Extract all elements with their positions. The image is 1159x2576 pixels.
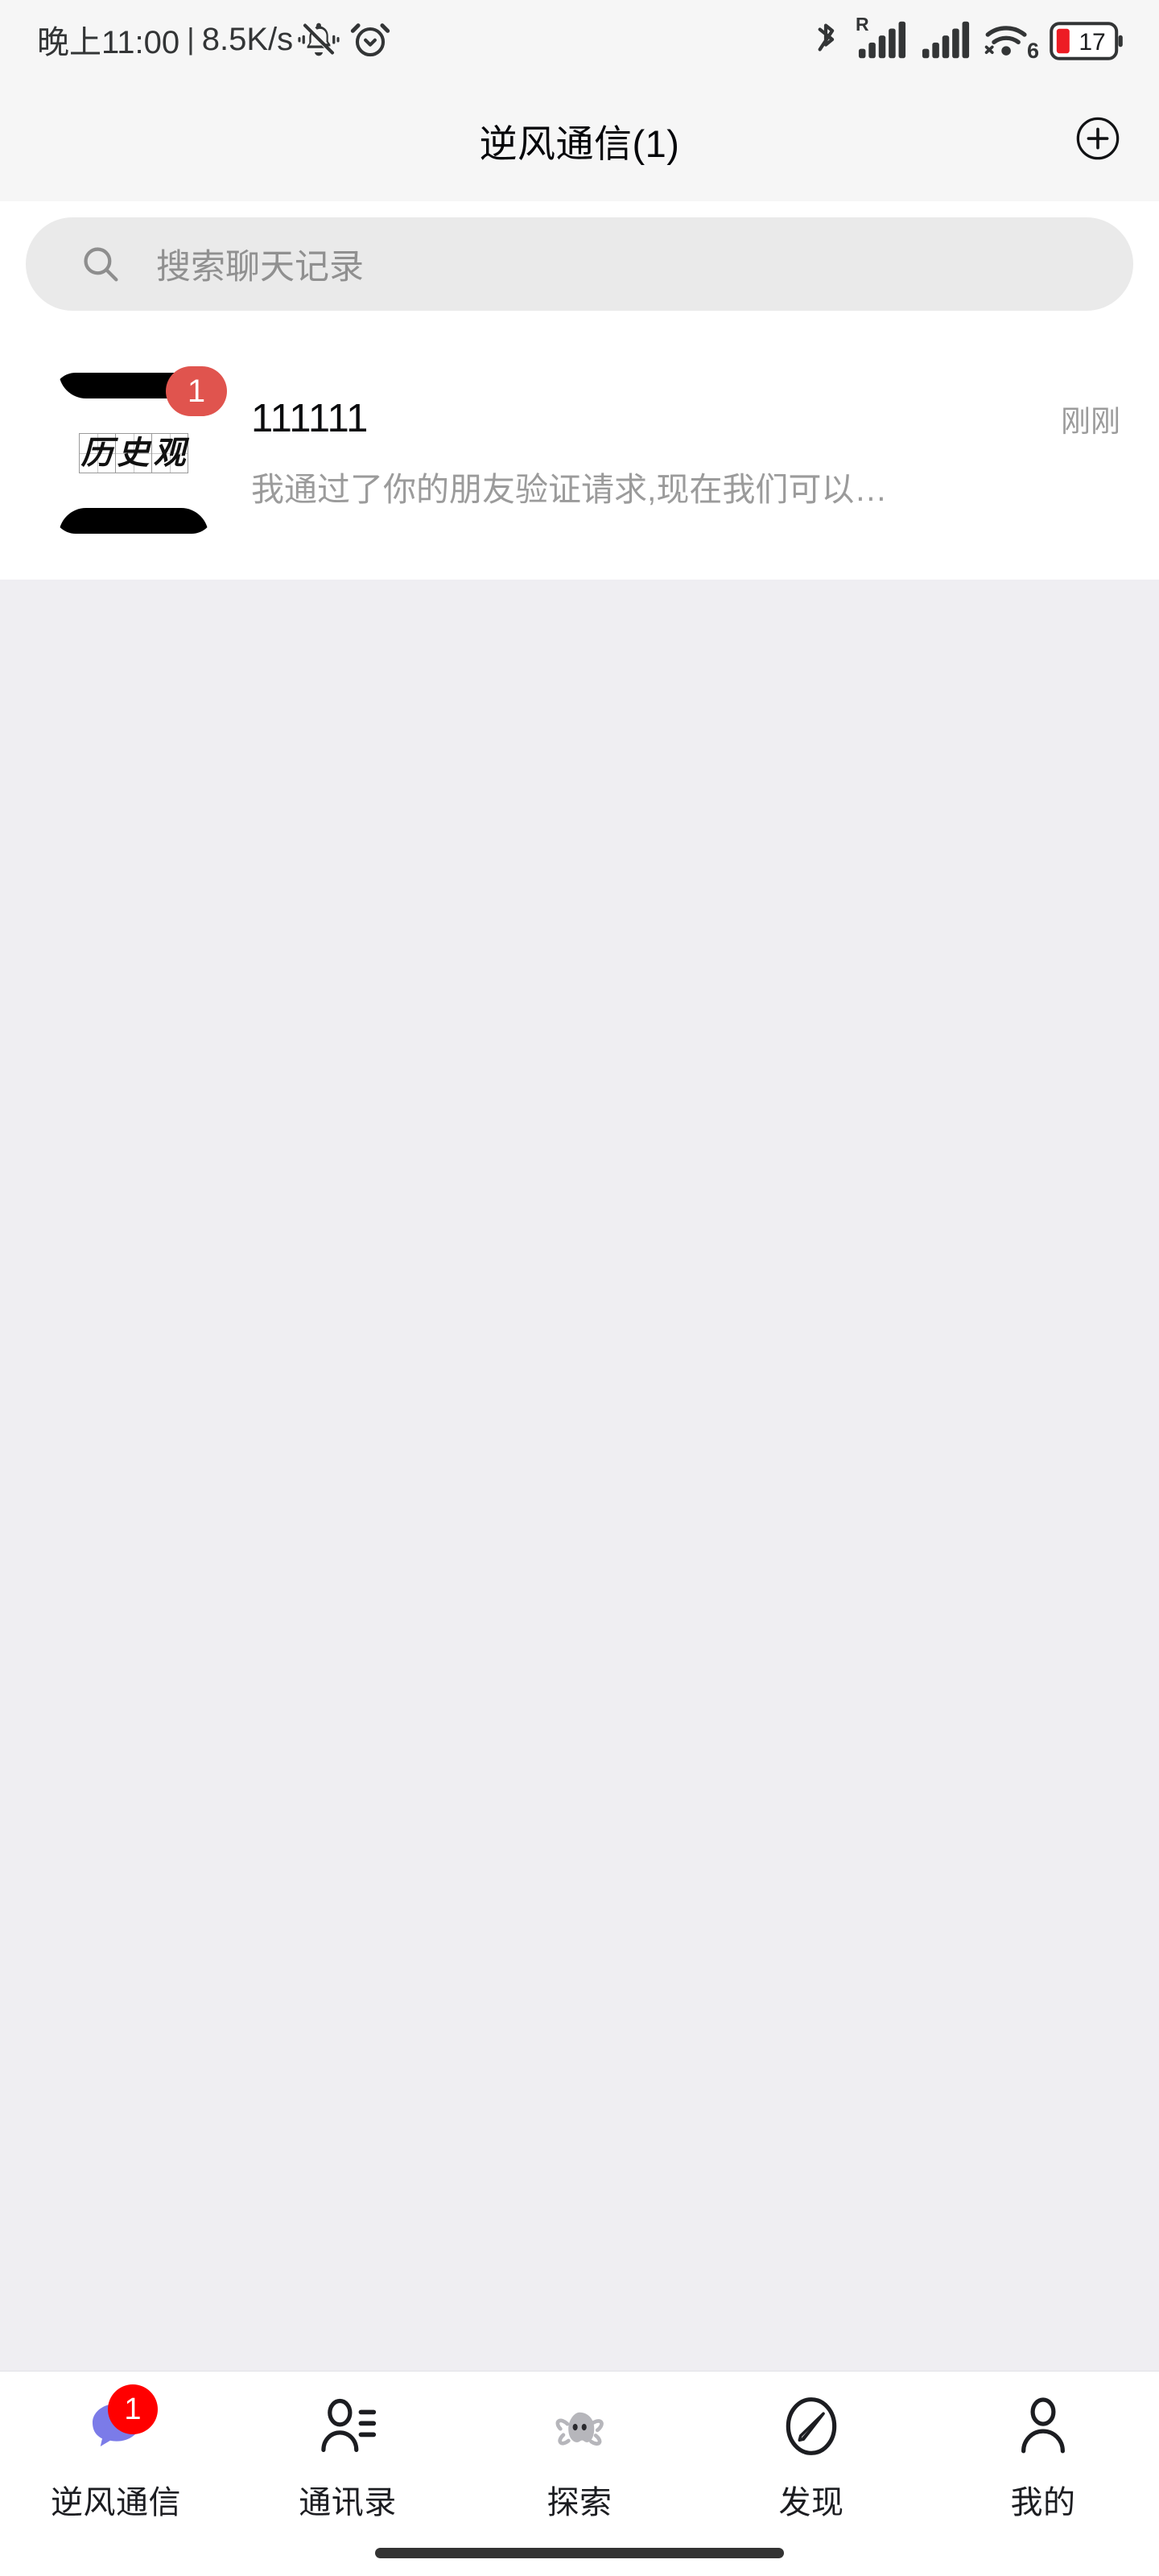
chat-preview: 我通过了你的朋友验证请求,现在我们可以… bbox=[251, 471, 888, 508]
tab-unread-badge: 1 bbox=[108, 2384, 158, 2434]
tab-label-contacts: 通讯录 bbox=[299, 2485, 397, 2520]
avatar-char-cell: 历 bbox=[78, 433, 116, 473]
home-indicator[interactable] bbox=[375, 2548, 784, 2558]
tab-discover[interactable]: 发现 bbox=[695, 2389, 927, 2523]
bell-mute-icon bbox=[298, 19, 340, 60]
alarm-clock-icon bbox=[349, 19, 391, 60]
add-button[interactable] bbox=[1074, 116, 1122, 164]
tab-label-discover: 发现 bbox=[778, 2485, 844, 2520]
chat-name: 111111 bbox=[251, 397, 369, 440]
app-header: 逆风通信(1) bbox=[0, 79, 1159, 201]
contacts-icon bbox=[311, 2389, 385, 2463]
avatar-wrapper[interactable]: 历 史 观 1 bbox=[53, 366, 227, 534]
chat-list-item[interactable]: 历 史 观 1 111111 刚刚 我通过了你的朋友验证请求,现在我们可以… bbox=[0, 327, 1159, 580]
chat-item-content: 111111 刚刚 我通过了你的朋友验证请求,现在我们可以… bbox=[251, 396, 1120, 510]
bottom-tab-bar: 1 逆风通信 通讯录 探索 发现 我的 bbox=[0, 2371, 1159, 2576]
chat-list: 历 史 观 1 111111 刚刚 我通过了你的朋友验证请求,现在我们可以… bbox=[0, 327, 1159, 580]
status-bar-right: R 6 17 bbox=[808, 15, 1124, 63]
tab-label-chats: 逆风通信 bbox=[51, 2485, 181, 2520]
tab-profile[interactable]: 我的 bbox=[927, 2389, 1159, 2523]
sim1-signal-icon: R bbox=[856, 15, 907, 60]
status-bar: 晚上11:00 | 8.5K/s R 6 17 bbox=[0, 0, 1159, 79]
avatar-char-2: 观 bbox=[153, 435, 186, 471]
chat-item-header: 111111 刚刚 bbox=[251, 396, 1120, 441]
search-area: 搜索聊天记录 bbox=[0, 201, 1159, 327]
tab-contacts[interactable]: 通讯录 bbox=[232, 2389, 464, 2523]
avatar-char-1: 史 bbox=[117, 435, 150, 471]
wifi-icon: 6 bbox=[984, 19, 1039, 63]
empty-content-area bbox=[0, 580, 1159, 2371]
search-icon bbox=[79, 242, 122, 286]
sim1-roaming-label: R bbox=[856, 14, 869, 35]
plus-circle-icon bbox=[1074, 115, 1121, 166]
network-speed: 8.5K/s bbox=[201, 21, 294, 57]
search-input[interactable]: 搜索聊天记录 bbox=[26, 217, 1133, 311]
avatar-bottom-bar bbox=[59, 508, 208, 534]
chat-bubble-icon: 1 bbox=[79, 2384, 158, 2463]
compass-icon bbox=[774, 2389, 848, 2463]
status-separator: | bbox=[187, 23, 195, 56]
status-bar-left: 晚上11:00 | 8.5K/s bbox=[37, 16, 391, 63]
battery-icon: 17 bbox=[1050, 22, 1124, 60]
chat-timestamp: 刚刚 bbox=[1061, 405, 1120, 438]
battery-level-text: 17 bbox=[1079, 29, 1105, 56]
avatar-char-cell: 观 bbox=[151, 433, 188, 473]
wifi-generation-label: 6 bbox=[1026, 39, 1039, 63]
avatar-char-cell: 史 bbox=[114, 433, 152, 473]
status-time: 晚上11:00 bbox=[37, 25, 180, 60]
avatar-char-0: 历 bbox=[80, 435, 113, 471]
tab-label-explore: 探索 bbox=[547, 2485, 612, 2520]
avatar-characters: 历 史 观 bbox=[78, 433, 188, 473]
tab-label-profile: 我的 bbox=[1010, 2485, 1076, 2520]
sim2-signal-icon bbox=[921, 19, 971, 60]
tab-explore[interactable]: 探索 bbox=[464, 2389, 695, 2523]
bluetooth-icon bbox=[808, 19, 843, 60]
tab-chats[interactable]: 1 逆风通信 bbox=[0, 2384, 232, 2523]
search-placeholder: 搜索聊天记录 bbox=[156, 248, 364, 287]
ghost-icon bbox=[542, 2389, 617, 2463]
page-title: 逆风通信(1) bbox=[479, 122, 680, 165]
person-icon bbox=[1006, 2389, 1080, 2463]
unread-badge: 1 bbox=[166, 366, 227, 416]
app-screen: 晚上11:00 | 8.5K/s R 6 17 逆风通信(1) 搜索聊天记录 历… bbox=[0, 0, 1159, 2576]
